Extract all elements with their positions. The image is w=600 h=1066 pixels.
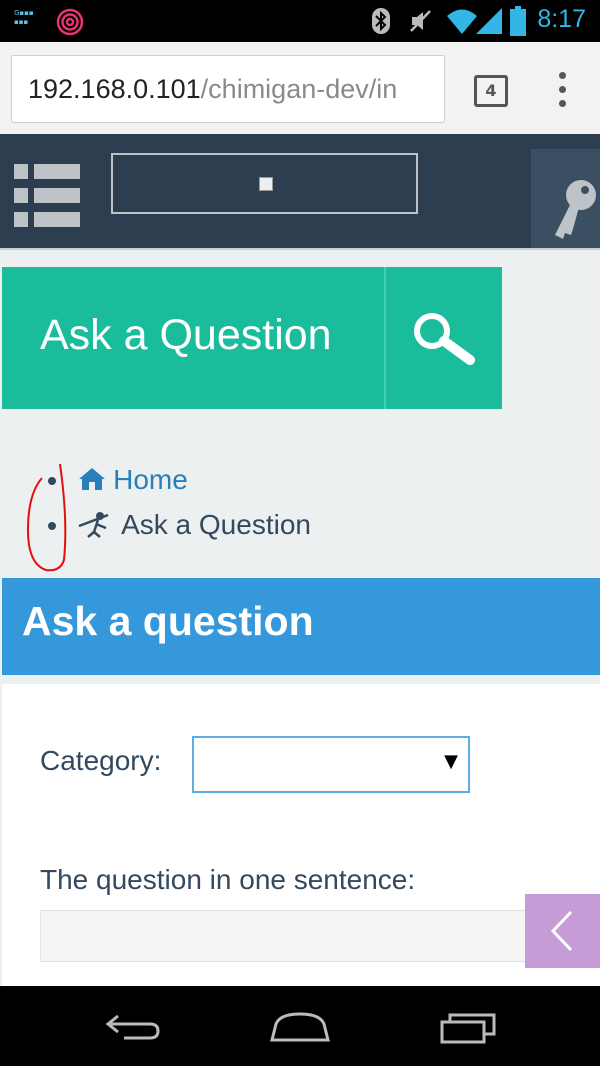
side-panel-toggle[interactable]	[525, 894, 600, 968]
question-input[interactable]	[40, 910, 542, 962]
question-figure-icon	[78, 512, 109, 538]
question-form: Category: ▼ The question in one sentence…	[2, 684, 600, 986]
ask-question-banner[interactable]: Ask a Question	[2, 267, 502, 409]
app-notification-icon: G▪▪▪ ▪▪▪	[14, 9, 34, 26]
bluetooth-icon	[372, 8, 390, 34]
url-path: /chimigan-dev/in	[200, 74, 398, 104]
back-icon[interactable]	[104, 1012, 162, 1042]
search-icon	[414, 313, 475, 365]
clock: 8:17	[537, 5, 586, 33]
category-label: Category:	[40, 745, 162, 776]
status-bar: G▪▪▪ ▪▪▪ 8:17	[0, 0, 600, 42]
browser-toolbar: 192.168.0.101/chimigan-dev/in 4	[0, 42, 600, 134]
signal-icon	[476, 8, 502, 34]
site-header	[0, 134, 600, 250]
breadcrumb-item-home[interactable]: Home	[78, 464, 188, 498]
page-title: Ask a question	[22, 598, 314, 644]
menu-icon[interactable]	[14, 164, 80, 227]
search-button[interactable]	[384, 267, 504, 409]
overflow-menu-button[interactable]	[553, 70, 573, 110]
home-icon	[79, 468, 105, 490]
fingerprint-icon	[56, 8, 84, 36]
menu-dot-icon	[559, 72, 566, 79]
login-button[interactable]	[531, 149, 600, 249]
category-select[interactable]: ▼	[192, 736, 470, 793]
chevron-down-icon: ▼	[444, 751, 458, 772]
recent-apps-icon[interactable]	[438, 1010, 498, 1044]
breadcrumb-item-current: Ask a Question	[78, 509, 311, 543]
breadcrumb-bullet	[48, 522, 56, 530]
url-host: 192.168.0.101	[28, 74, 201, 104]
broken-image-icon	[259, 177, 273, 191]
system-nav-bar	[0, 986, 600, 1066]
menu-dot-icon	[559, 86, 566, 93]
home-nav-icon[interactable]	[268, 1010, 332, 1044]
page-heading-bar: Ask a question	[2, 578, 600, 675]
breadcrumb: Home Ask a Question	[0, 440, 600, 580]
question-label: The question in one sentence:	[40, 864, 416, 895]
breadcrumb-bullet	[48, 477, 56, 485]
chevron-left-icon	[550, 910, 573, 952]
menu-dot-icon	[559, 100, 566, 107]
tab-switcher-button[interactable]: 4	[474, 75, 508, 107]
wifi-icon	[447, 9, 477, 34]
site-logo-link[interactable]	[111, 153, 418, 214]
battery-icon	[510, 6, 526, 36]
ask-question-label: Ask a Question	[40, 311, 332, 359]
red-annotation-mark	[26, 463, 67, 572]
breadcrumb-current-label: Ask a Question	[121, 509, 311, 540]
key-icon	[555, 180, 596, 239]
url-bar[interactable]: 192.168.0.101/chimigan-dev/in	[11, 55, 445, 123]
mute-icon	[410, 10, 431, 32]
breadcrumb-home-label: Home	[113, 464, 188, 495]
